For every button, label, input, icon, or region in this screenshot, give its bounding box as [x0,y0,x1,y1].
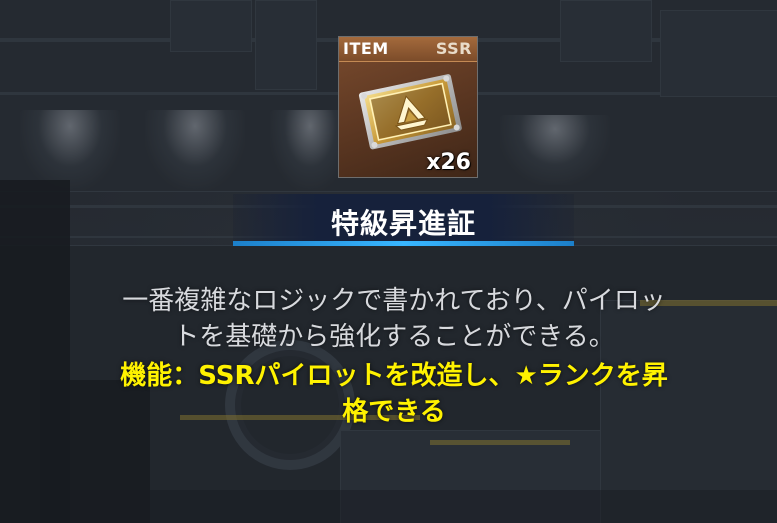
item-count: x26 [426,150,471,175]
description-line: 一番複雑なロジックで書かれており、パイロッ [122,286,666,316]
function-line: 格できる [342,397,446,427]
banner-underline [233,241,574,246]
item-type-label: ITEM [343,39,389,58]
item-card-header: ITEM SSR [339,37,477,62]
item-rarity-label: SSR [435,39,472,58]
promotion-certificate-icon [358,74,462,150]
function-line: 機能：SSRパイロットを改造し、★ランクを昇 [120,361,668,391]
item-name: 特級昇進証 [330,207,476,240]
item-description: 一番複雑なロジックで書かれており、パイロッ トを基礎から強化することができる。 [58,283,730,355]
item-function: 機能：SSRパイロットを改造し、★ランクを昇 格できる [58,358,730,430]
item-card: ITEM SSR x26 [338,36,478,178]
description-line: トを基礎から強化することができる。 [173,322,615,352]
item-name-banner: 特級昇進証 [233,194,574,246]
